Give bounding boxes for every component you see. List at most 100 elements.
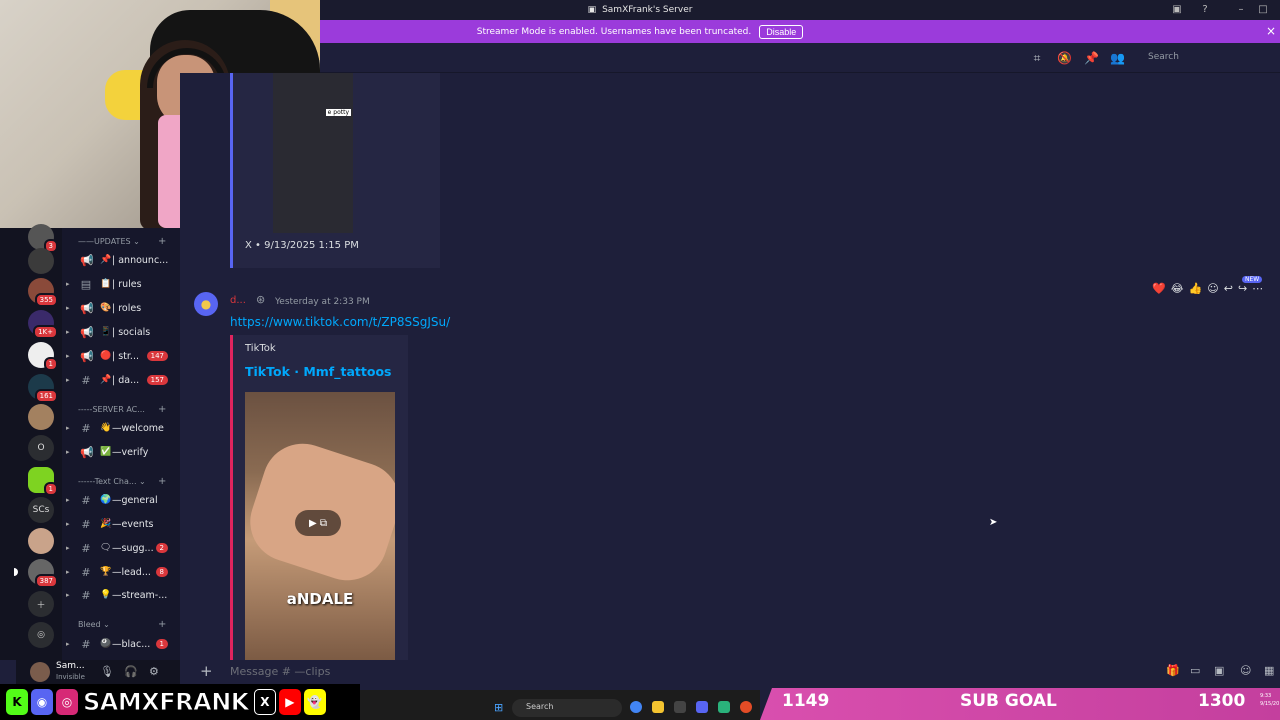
expand-arrow-icon: ▸ [66,304,70,312]
members-icon[interactable]: 👥 [1110,51,1125,65]
embed-image[interactable]: e potty [273,73,353,233]
server-icon[interactable]: 355 [28,278,58,307]
server-icon[interactable] [28,528,54,554]
search-input[interactable]: Search [1140,49,1270,67]
embed-footer: X • 9/13/2025 1:15 PM [245,240,359,251]
kick-icon: K [6,689,28,715]
server-icon[interactable]: 3 [28,224,58,253]
mute-bell-icon[interactable]: 🔕 [1057,51,1072,65]
channel-item[interactable]: ▸ # 🌍 —general [62,490,180,510]
thumbs-up-reaction-icon[interactable]: 👍 [1189,282,1203,295]
gift-icon[interactable]: 🎁 [1166,664,1180,677]
selected-server-indicator [14,568,18,576]
windows-start-icon[interactable]: ⊞ [494,701,503,714]
channel-item[interactable]: ▸ # 🎱 —blac... 1 [62,634,180,654]
chrome-icon[interactable] [630,701,642,713]
channel-item[interactable]: ▸ ▤ 📋 | rules [62,274,180,294]
reply-icon[interactable]: ↩ [1224,282,1233,295]
category-text-channels[interactable]: ------Text Cha... ⌄ + [78,476,166,487]
expand-arrow-icon: ▸ [66,640,70,648]
expand-arrow-icon: ▸ [66,520,70,528]
channel-item[interactable]: ▸ # 🎉 —events [62,514,180,534]
forward-icon[interactable]: ↪ [1238,282,1247,295]
message-composer[interactable]: + Message # —clips 🎁 ▭ ▣ ☺ ▦ [196,660,1280,684]
taskbar-search[interactable]: Search [512,699,622,717]
sticker-icon[interactable]: ▣ [1214,664,1224,677]
message-link[interactable]: https://www.tiktok.com/t/ZP8SSgJSu/ [230,315,450,329]
minimize-icon[interactable]: – [1234,3,1248,17]
video-caption: aNDALE [286,590,354,608]
disable-button[interactable]: Disable [759,24,804,39]
category-updates[interactable]: ——UPDATES ⌄ + [78,236,166,247]
username: Sam... [56,661,85,671]
server-icon[interactable]: 387 [28,559,58,588]
attach-plus-icon[interactable]: + [200,662,213,680]
microphone-icon[interactable]: 🎙 [100,665,114,678]
channel-item[interactable]: ▸ 📢 🎨 | roles [62,298,180,318]
message-author[interactable]: d... [230,295,246,306]
add-server-icon[interactable]: ＋ [28,591,54,617]
hash-icon: # [81,637,91,651]
discover-icon[interactable]: ◎ [28,622,54,648]
channel-toolbar: ⌗ 🔕 📌 👥 Search [320,43,1280,73]
channel-item[interactable]: ▸ 📢 🔴 | str... 147 [62,346,180,366]
file-explorer-icon[interactable] [652,701,664,713]
server-icon[interactable] [28,248,54,274]
settings-gear-icon[interactable]: ⚙ [149,665,159,678]
channel-item[interactable]: ▸ 📢 📱 | socials [62,322,180,342]
unread-badge: 157 [146,375,168,385]
video-thumbnail[interactable]: ▶ ⧉ aNDALE [245,392,395,660]
avatar[interactable] [30,662,50,682]
threads-icon[interactable]: ⌗ [1030,51,1044,65]
unread-badge: 2 [155,543,168,553]
category-server-access[interactable]: -----SERVER AC... + [78,404,166,415]
server-icon[interactable]: 161 [28,374,58,403]
channel-item[interactable]: ▸ # 👋 —welcome [62,418,180,438]
pin-icon[interactable]: 📌 [1084,51,1099,65]
avatar[interactable]: ● [194,292,218,316]
server-icon[interactable] [28,404,54,430]
browser-icon[interactable] [740,701,752,713]
server-icon[interactable]: 1 [28,467,58,496]
laugh-reaction-icon[interactable]: 😂 [1171,282,1184,295]
message-input[interactable]: Message # —clips [230,665,330,678]
store-icon[interactable] [674,701,686,713]
channel-item[interactable]: ▸ # 🗨 —sugg... 2 [62,538,180,558]
play-button[interactable]: ▶ ⧉ [295,510,341,536]
help-icon[interactable]: ? [1198,3,1212,17]
channel-item[interactable]: ▸ # 📌 | da... 157 [62,370,180,390]
close-icon[interactable]: × [1266,24,1276,38]
server-icon[interactable]: 1K+ [28,310,58,339]
sub-goal-bar: 1149 SUB GOAL 1300 9:33 9/15/20 [760,688,1280,720]
category-bleed[interactable]: Bleed ⌄ + [78,619,166,630]
channel-list: ——UPDATES ⌄ + 📢 📌 | announc... ▸ ▤ 📋 | rules ▸… [62,228,180,660]
heart-reaction-icon[interactable]: ❤️ [1152,282,1166,295]
expand-arrow-icon: ▸ [66,424,70,432]
more-options-icon[interactable]: ⋯ [1252,282,1263,295]
maximize-icon[interactable]: □ [1256,3,1270,17]
add-channel-icon[interactable]: + [158,236,166,247]
server-icon[interactable]: 1 [28,342,58,371]
add-reaction-icon[interactable]: ☺ [1207,282,1218,295]
add-channel-icon[interactable]: + [158,619,166,630]
emoji-icon[interactable]: ☺ [1240,664,1251,677]
channel-item[interactable]: ▸ 📢 ✅ —verify [62,442,180,462]
add-channel-icon[interactable]: + [158,404,166,415]
headphones-icon[interactable]: 🎧 [124,665,138,678]
screen-share-icon[interactable]: ▣ [1170,3,1184,17]
app-badge-icon: ⊛ [256,293,266,306]
add-channel-icon[interactable]: + [158,476,166,487]
apps-icon[interactable]: ▦ [1264,664,1274,677]
server-icon[interactable]: SCs [28,497,54,523]
embed-title[interactable]: TikTok · Mmf_tattoos [245,364,391,379]
app-icon[interactable] [718,701,730,713]
discord-app-icon[interactable] [696,701,708,713]
server-icon[interactable]: O [28,435,54,461]
embed-provider: TikTok [245,343,276,354]
unread-badge: 147 [146,351,168,361]
gif-icon[interactable]: ▭ [1190,664,1200,677]
discord-icon: ◉ [31,689,53,715]
channel-item[interactable]: ▸ # 🏆 —lead... 8 [62,562,180,582]
channel-item[interactable]: 📢 📌 | announc... [62,250,180,270]
channel-item[interactable]: ▸ # 💡 —stream-... [62,585,180,605]
